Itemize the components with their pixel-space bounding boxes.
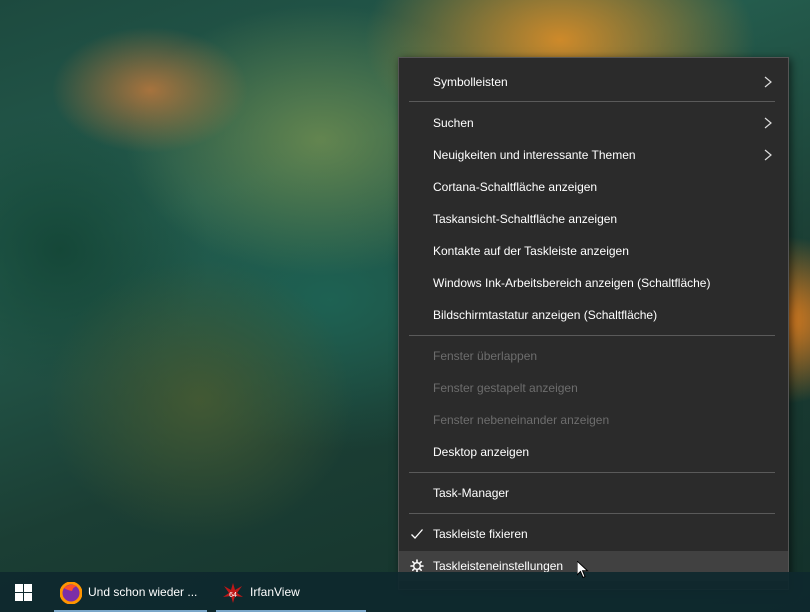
windows-logo-icon [15, 584, 32, 601]
menu-item-label: Desktop anzeigen [433, 445, 530, 459]
menu-item-symbolleisten[interactable]: Symbolleisten [399, 67, 788, 97]
taskbar-app-label: IrfanView [250, 585, 300, 599]
menu-separator [409, 472, 775, 473]
menu-item-label: Neuigkeiten und interessante Themen [433, 148, 636, 162]
menu-item-label: Bildschirmtastatur anzeigen (Schaltfläch… [433, 308, 658, 322]
menu-item-task-manager[interactable]: Task-Manager [399, 478, 788, 508]
menu-item-kontakte[interactable]: Kontakte auf der Taskleiste anzeigen [399, 236, 788, 266]
start-button[interactable] [0, 572, 48, 612]
chevron-right-icon [764, 149, 772, 161]
gear-icon [410, 559, 424, 573]
menu-item-label: Task-Manager [433, 486, 510, 500]
checkmark-icon [411, 529, 423, 539]
irfanview-icon: 64 [223, 583, 243, 603]
menu-separator [409, 101, 775, 102]
menu-item-neuigkeiten[interactable]: Neuigkeiten und interessante Themen [399, 140, 788, 170]
taskbar: Und schon wieder ... 64 IrfanView [0, 572, 810, 612]
menu-item-label: Taskansicht-Schaltfläche anzeigen [433, 212, 618, 226]
menu-item-label: Fenster nebeneinander anzeigen [433, 413, 610, 427]
menu-item-label: Taskleiste fixieren [433, 527, 528, 541]
menu-item-fenster-nebeneinander: Fenster nebeneinander anzeigen [399, 405, 788, 435]
taskbar-app-firefox[interactable]: Und schon wieder ... [54, 572, 207, 612]
menu-item-label: Symbolleisten [433, 75, 508, 89]
menu-item-label: Cortana-Schaltfläche anzeigen [433, 180, 598, 194]
menu-item-label: Fenster gestapelt anzeigen [433, 381, 578, 395]
taskbar-app-label: Und schon wieder ... [88, 585, 198, 599]
menu-item-cortana[interactable]: Cortana-Schaltfläche anzeigen [399, 172, 788, 202]
menu-item-label: Windows Ink-Arbeitsbereich anzeigen (Sch… [433, 276, 711, 290]
menu-item-desktop-anzeigen[interactable]: Desktop anzeigen [399, 437, 788, 467]
menu-item-bildschirmtastatur[interactable]: Bildschirmtastatur anzeigen (Schaltfläch… [399, 300, 788, 330]
menu-item-taskleiste-fixieren[interactable]: Taskleiste fixieren [399, 519, 788, 549]
firefox-icon [60, 582, 82, 604]
menu-item-fenster-gestapelt: Fenster gestapelt anzeigen [399, 373, 788, 403]
chevron-right-icon [764, 76, 772, 88]
menu-item-taskansicht[interactable]: Taskansicht-Schaltfläche anzeigen [399, 204, 788, 234]
menu-item-suchen[interactable]: Suchen [399, 108, 788, 138]
mouse-cursor-icon [577, 561, 589, 579]
taskbar-app-irfanview[interactable]: 64 IrfanView [216, 572, 366, 612]
menu-item-label: Fenster überlappen [433, 349, 538, 363]
taskbar-context-menu: Symbolleisten Suchen Neuigkeiten und int… [398, 57, 789, 590]
menu-separator [409, 513, 775, 514]
menu-separator [409, 335, 775, 336]
menu-item-label: Kontakte auf der Taskleiste anzeigen [433, 244, 629, 258]
menu-item-fenster-ueberlappen: Fenster überlappen [399, 341, 788, 371]
menu-item-windows-ink[interactable]: Windows Ink-Arbeitsbereich anzeigen (Sch… [399, 268, 788, 298]
irfanview-badge: 64 [229, 592, 237, 599]
chevron-right-icon [764, 117, 772, 129]
menu-item-label: Suchen [433, 116, 474, 130]
